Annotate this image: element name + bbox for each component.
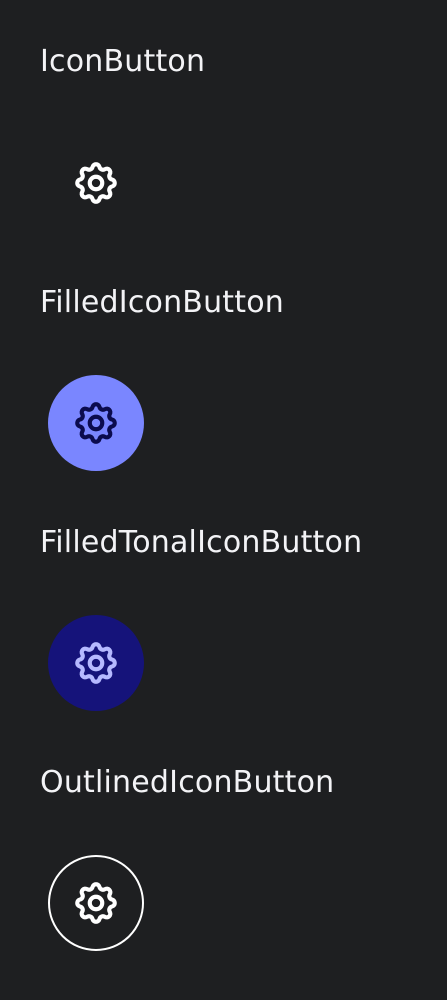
settings-gear-icon — [71, 158, 121, 208]
settings-gear-icon — [71, 638, 121, 688]
filled-icon-button[interactable] — [48, 375, 144, 471]
section-title-filled-icon-button: FilledIconButton — [40, 285, 284, 320]
section-title-outlined-icon-button: OutlinedIconButton — [40, 765, 335, 800]
outlined-icon-button[interactable] — [48, 855, 144, 951]
section-title-filled-tonal-icon-button: FilledTonalIconButton — [40, 525, 363, 560]
settings-gear-icon — [71, 398, 121, 448]
filled-tonal-icon-button[interactable] — [48, 615, 144, 711]
section-title-icon-button: IconButton — [40, 44, 206, 79]
settings-gear-icon — [71, 878, 121, 928]
icon-button[interactable] — [48, 135, 144, 231]
